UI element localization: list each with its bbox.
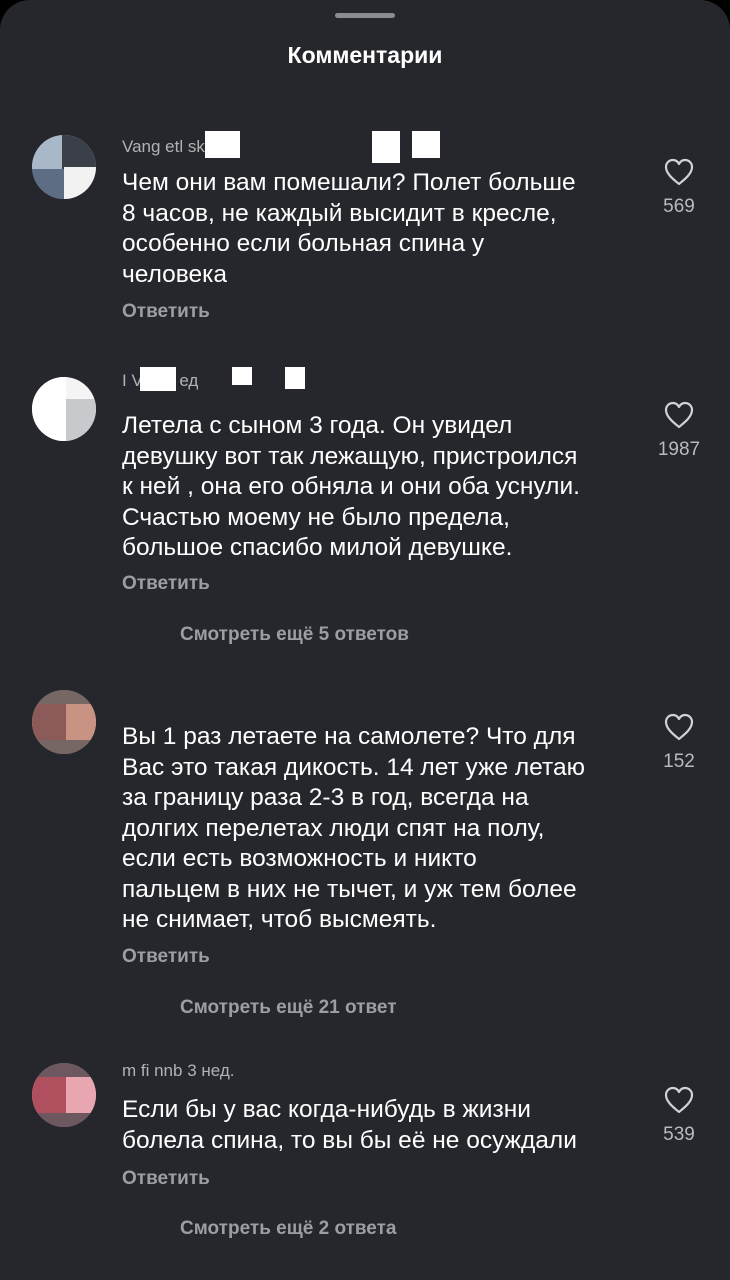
reply-button[interactable]: Ответить xyxy=(122,1168,210,1190)
comments-sheet: Комментарии Vang etl sk Чем они вам поме… xyxy=(0,0,730,1280)
username[interactable]: Vang etl sk xyxy=(122,136,205,158)
view-more-replies[interactable]: Смотреть ещё 5 ответов xyxy=(180,624,409,646)
view-more-replies[interactable]: Смотреть ещё 21 ответ xyxy=(180,997,397,1019)
redacted-block xyxy=(285,367,305,389)
like-count: 152 xyxy=(663,751,695,772)
avatar[interactable] xyxy=(32,1063,96,1127)
comment-text: Чем они вам помешали? Полет больше 8 час… xyxy=(122,169,576,288)
reply-button[interactable]: Ответить xyxy=(122,301,210,323)
redacted-block xyxy=(232,367,252,385)
heart-icon xyxy=(664,713,694,741)
like-count: 539 xyxy=(663,1124,695,1145)
like-count: 1987 xyxy=(657,439,701,460)
heart-icon xyxy=(664,158,694,186)
drag-handle[interactable] xyxy=(335,13,395,18)
heart-icon xyxy=(664,1086,694,1114)
comment-text: Вы 1 раз летаете на самолете? Что для Ва… xyxy=(122,723,585,933)
username[interactable]: m fi nnb 3 нед. xyxy=(122,1060,234,1082)
avatar[interactable] xyxy=(32,135,96,199)
redacted-block xyxy=(205,131,240,158)
heart-icon xyxy=(664,401,694,429)
like-button[interactable]: 1987 xyxy=(648,401,710,461)
reply-button[interactable]: Ответить xyxy=(122,573,210,595)
sheet-title: Комментарии xyxy=(287,42,443,68)
comment-text: Если бы у вас когда-нибудь в жизни болел… xyxy=(122,1096,577,1154)
avatar[interactable] xyxy=(32,377,96,441)
like-button[interactable]: 539 xyxy=(648,1086,710,1146)
redacted-block xyxy=(412,131,440,158)
like-button[interactable]: 569 xyxy=(648,158,710,218)
like-button[interactable]: 152 xyxy=(648,713,710,773)
reply-button[interactable]: Ответить xyxy=(122,946,210,968)
view-more-replies[interactable]: Смотреть ещё 2 ответа xyxy=(180,1218,397,1240)
like-count: 569 xyxy=(663,196,695,217)
redacted-block xyxy=(140,367,176,391)
comment-text: Летела с сыном 3 года. Он увидел девушку… xyxy=(122,412,580,561)
avatar[interactable] xyxy=(32,690,96,754)
redacted-block xyxy=(372,131,400,163)
